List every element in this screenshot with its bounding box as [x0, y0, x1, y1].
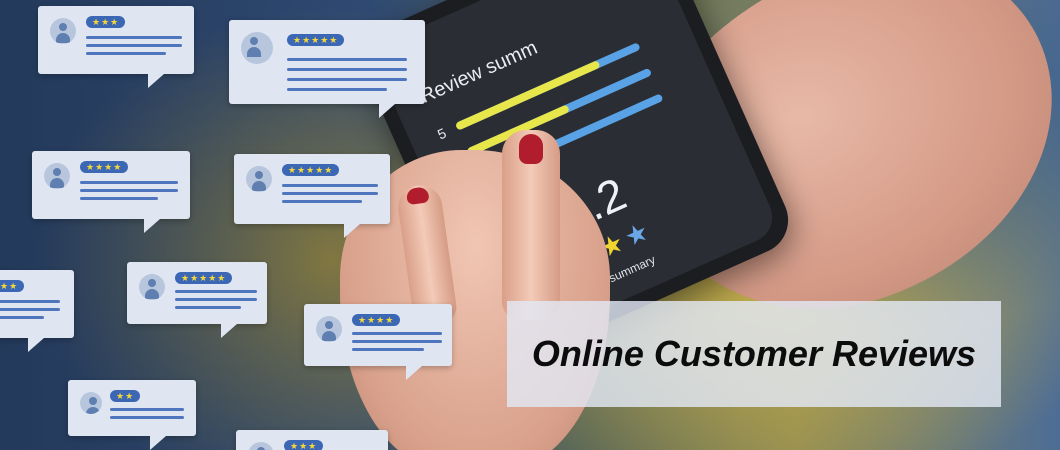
user-avatar-icon: [241, 32, 273, 64]
user-avatar-icon: [248, 442, 274, 450]
review-bubble: ★★★★: [304, 304, 452, 380]
text-line: [0, 308, 60, 311]
star-rating-pill: ★★★★★: [287, 34, 345, 46]
hero-image: Review summ 5 4 3 4.2 ★★★★★ 1,542 Review…: [0, 0, 1060, 450]
text-line: [0, 300, 60, 303]
star-rating-pill: ★★★: [86, 16, 126, 28]
fingernail: [519, 134, 543, 164]
text-line: [80, 181, 178, 184]
review-bubble: ★★★★★: [127, 262, 267, 338]
review-bubble: ★★★★★: [234, 154, 390, 238]
text-line: [282, 200, 362, 203]
text-line: [287, 58, 407, 61]
text-line: [287, 68, 407, 71]
user-avatar-icon: [50, 18, 76, 44]
text-line: [175, 290, 257, 293]
star-rating-pill: ★★★★★: [175, 272, 233, 284]
caption-title: Online Customer Reviews: [531, 333, 977, 374]
text-line: [86, 36, 182, 39]
text-line: [287, 88, 387, 91]
text-line: [352, 332, 442, 335]
user-avatar-icon: [44, 163, 70, 189]
star-rating-pill: ★★★: [284, 440, 324, 450]
text-line: [80, 189, 178, 192]
caption-banner: Online Customer Reviews: [507, 301, 1001, 407]
text-line: [86, 44, 182, 47]
review-bubble: ★★: [0, 270, 74, 352]
text-line: [110, 408, 184, 411]
review-bubble: ★★★★★: [229, 20, 425, 118]
star-rating-pill: ★★★★: [352, 314, 401, 326]
text-line: [352, 348, 424, 351]
user-avatar-icon: [316, 316, 342, 342]
review-bubble: ★★★★: [32, 151, 190, 233]
text-line: [287, 78, 407, 81]
text-line: [282, 192, 378, 195]
text-line: [175, 306, 241, 309]
text-line: [80, 197, 158, 200]
star-rating-pill: ★★★★★: [282, 164, 340, 176]
star-rating-pill: ★★: [110, 390, 141, 402]
text-line: [282, 184, 378, 187]
fingernail: [405, 186, 430, 206]
user-avatar-icon: [139, 274, 165, 300]
star-rating-pill: ★★★★: [80, 161, 129, 173]
user-avatar-icon: [80, 392, 102, 414]
user-avatar-icon: [246, 166, 272, 192]
text-line: [352, 340, 442, 343]
review-bubble: ★★: [68, 380, 196, 450]
review-bubble: ★★★: [38, 6, 194, 88]
text-line: [175, 298, 257, 301]
text-line: [0, 316, 44, 319]
index-finger: [502, 130, 560, 320]
review-bubble: ★★★: [236, 430, 388, 450]
text-line: [86, 52, 166, 55]
star-rating-pill: ★★: [0, 280, 25, 292]
text-line: [110, 416, 184, 419]
